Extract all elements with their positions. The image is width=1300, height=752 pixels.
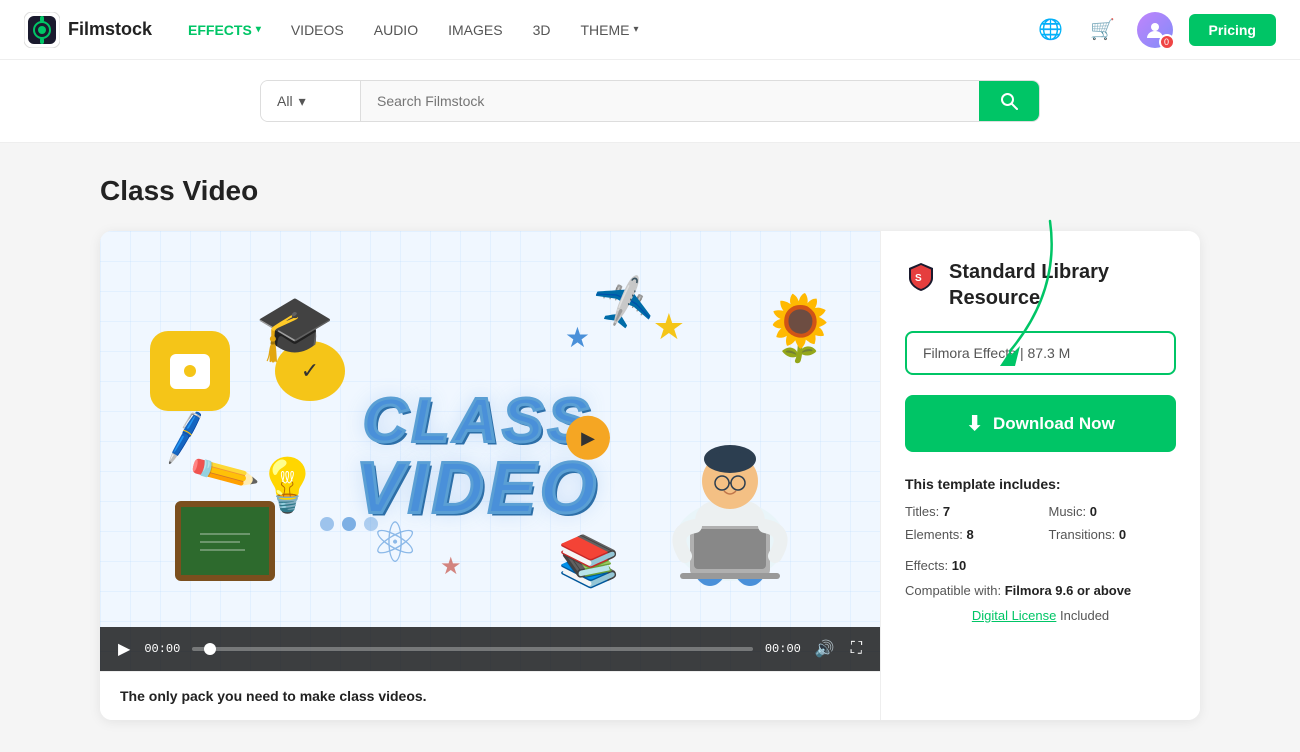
blue-star-deco: ★ — [565, 321, 590, 354]
time-current: 00:00 — [144, 642, 180, 656]
nav-effects[interactable]: EFFECTS ▾ — [176, 16, 273, 44]
content-layout: ✓ ★ ★ 🎓 💡 ✏️ 🖊️ ✈️ 🌻 ▶ — [100, 231, 1200, 720]
license-row: Digital License Included — [905, 608, 1176, 623]
video-description: The only pack you need to make class vid… — [100, 671, 880, 720]
theme-chevron-icon: ▾ — [633, 24, 638, 35]
search-input[interactable] — [361, 81, 979, 121]
class-video-text: CLASS VIDEO — [356, 391, 600, 525]
time-end: 00:00 — [765, 642, 801, 656]
resource-title: Standard Library Resource — [949, 259, 1176, 311]
graduation-cap-deco: 🎓 — [255, 291, 335, 366]
pricing-button[interactable]: Pricing — [1189, 14, 1276, 46]
digital-license-link[interactable]: Digital License — [972, 608, 1057, 623]
circles-deco — [320, 517, 378, 531]
main-content: Class Video ✓ ★ ★ 🎓 — [0, 143, 1300, 752]
volume-button[interactable]: 🔊 — [813, 637, 837, 661]
books-deco: 📚 — [558, 532, 620, 591]
yellow-box-deco — [150, 331, 230, 411]
page-title: Class Video — [100, 175, 1200, 207]
logo-area[interactable]: Filmstock — [24, 12, 152, 48]
nav-theme[interactable]: THEME ▾ — [568, 16, 650, 44]
nav-audio[interactable]: AUDIO — [362, 16, 430, 44]
search-category-dropdown[interactable]: All ▾ — [261, 81, 361, 121]
file-info-box: Filmora Effects | 87.3 M — [905, 331, 1176, 375]
search-section: All ▾ — [0, 60, 1300, 143]
plant-deco: 🌻 — [760, 291, 840, 366]
svg-text:S: S — [915, 273, 922, 284]
avatar-badge: 0 — [1159, 34, 1175, 50]
nav-3d[interactable]: 3D — [521, 16, 563, 44]
resource-header: S Standard Library Resource — [905, 259, 1176, 311]
person-laptop-deco — [640, 371, 820, 591]
download-button[interactable]: ⬇ Download Now — [905, 395, 1176, 452]
template-grid: Titles: 7 Music: 0 Elements: 8 Transitio… — [905, 504, 1176, 542]
video-controls: ▶ 00:00 00:00 🔊 ⛶ — [100, 627, 880, 671]
play-circle-deco: ▶ — [566, 416, 610, 460]
fullscreen-button[interactable]: ⛶ — [849, 638, 864, 660]
download-icon: ⬇ — [966, 411, 983, 436]
search-bar: All ▾ — [260, 80, 1040, 122]
nav-videos[interactable]: VIDEOS — [279, 16, 356, 44]
sidebar: S Standard Library Resource Filmora Effe… — [880, 231, 1200, 720]
star-deco-bottom: ★ — [440, 552, 462, 581]
titles-item: Titles: 7 — [905, 504, 1033, 519]
video-panel: ✓ ★ ★ 🎓 💡 ✏️ 🖊️ ✈️ 🌻 ▶ — [100, 231, 880, 720]
effects-chevron-icon: ▾ — [256, 24, 261, 35]
elements-item: Elements: 8 — [905, 527, 1033, 542]
transitions-item: Transitions: 0 — [1049, 527, 1177, 542]
logo-icon — [24, 12, 60, 48]
video-preview[interactable]: ✓ ★ ★ 🎓 💡 ✏️ 🖊️ ✈️ 🌻 ▶ — [100, 231, 880, 671]
category-chevron-icon: ▾ — [299, 93, 306, 110]
header: Filmstock EFFECTS ▾ VIDEOS AUDIO IMAGES … — [0, 0, 1300, 60]
logo-text: Filmstock — [68, 19, 152, 40]
compatible-row: Compatible with: Filmora 9.6 or above — [905, 583, 1176, 598]
music-item: Music: 0 — [1049, 504, 1177, 519]
search-icon — [999, 91, 1019, 111]
blackboard-deco — [175, 501, 275, 581]
template-includes-title: This template includes: — [905, 476, 1176, 492]
progress-dot — [204, 643, 216, 655]
globe-button[interactable]: 🌐 — [1033, 12, 1069, 48]
main-nav: EFFECTS ▾ VIDEOS AUDIO IMAGES 3D THEME ▾ — [176, 16, 1033, 44]
nav-images[interactable]: IMAGES — [436, 16, 514, 44]
avatar-button[interactable]: 0 — [1137, 12, 1173, 48]
shield-icon: S — [905, 261, 937, 293]
cart-button[interactable]: 🛒 — [1085, 12, 1121, 48]
search-button[interactable] — [979, 81, 1039, 121]
play-button[interactable]: ▶ — [116, 637, 132, 661]
yellow-star-deco: ★ — [653, 306, 685, 348]
header-right: 🌐 🛒 0 Pricing — [1033, 12, 1276, 48]
effects-row: Effects: 10 — [905, 558, 1176, 573]
progress-bar[interactable] — [192, 647, 753, 651]
